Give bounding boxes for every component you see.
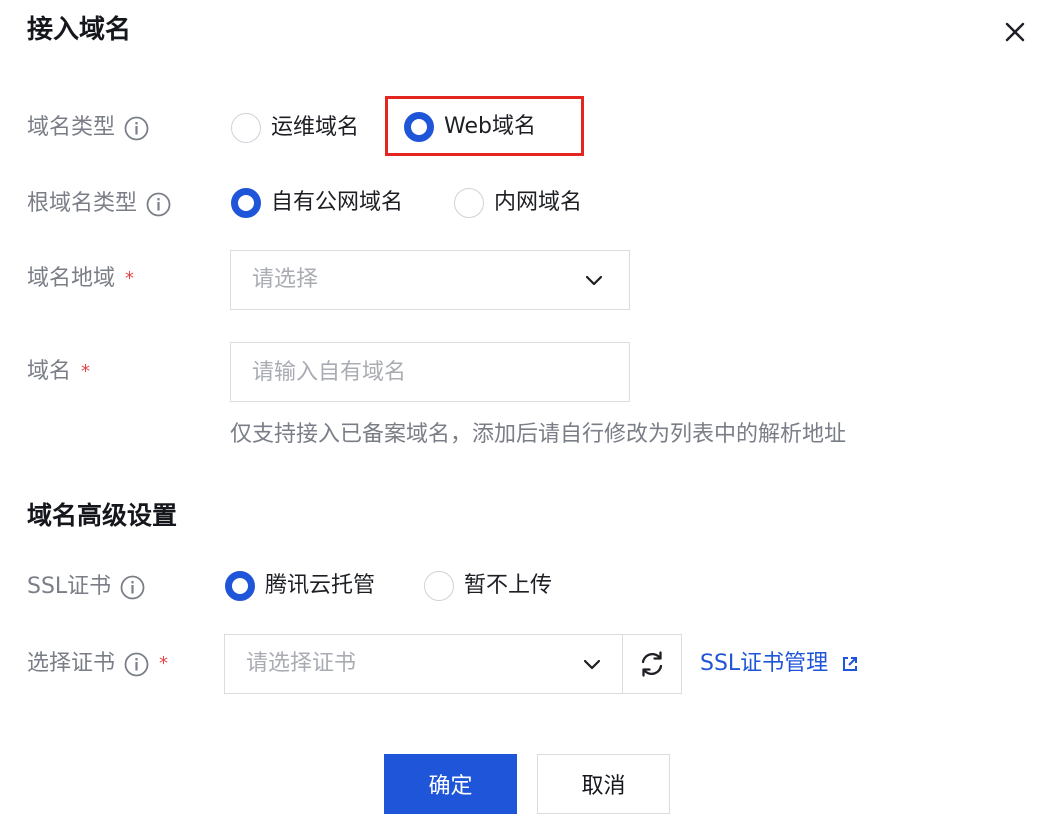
radio-circle[interactable] bbox=[231, 113, 261, 143]
radio-circle[interactable] bbox=[454, 188, 484, 218]
ssl-label-row: SSL证书 bbox=[27, 572, 145, 602]
radio-label: 内网域名 bbox=[494, 190, 583, 215]
ssl-manage-link-label[interactable]: SSL证书管理 bbox=[700, 649, 828, 679]
dialog-title: 接入域名 bbox=[27, 15, 132, 45]
root-domain-type-label-row: 根域名类型 bbox=[27, 189, 171, 219]
domain-input[interactable]: 请输入自有域名 bbox=[230, 342, 630, 402]
required-mark: * bbox=[125, 268, 135, 289]
root-domain-type-label: 根域名类型 bbox=[27, 191, 138, 216]
ssl-label: SSL证书 bbox=[27, 574, 112, 599]
radio-label: 腾讯云托管 bbox=[265, 573, 376, 598]
close-icon bbox=[1005, 22, 1025, 42]
radio-label: 自有公网域名 bbox=[271, 190, 404, 215]
radio-tencent-hosted[interactable]: 腾讯云托管 bbox=[225, 571, 375, 601]
domain-type-label: 域名类型 bbox=[27, 115, 116, 140]
domain-region-label-row: 域名地域 * bbox=[27, 264, 134, 294]
radio-circle[interactable] bbox=[231, 188, 261, 218]
domain-type-label-row: 域名类型 bbox=[27, 113, 149, 143]
ssl-manage-link[interactable]: SSL证书管理 bbox=[700, 649, 860, 679]
domain-region-label: 域名地域 bbox=[27, 266, 116, 291]
required-mark: * bbox=[81, 361, 91, 382]
info-icon[interactable] bbox=[124, 652, 149, 677]
radio-ops-domain[interactable]: 运维域名 bbox=[231, 113, 359, 143]
domain-hint: 仅支持接入已备案域名，添加后请自行修改为列表中的解析地址 bbox=[230, 422, 847, 447]
domain-region-select[interactable]: 请选择 bbox=[230, 250, 630, 310]
radio-public-domain[interactable]: 自有公网域名 bbox=[231, 188, 403, 218]
refresh-icon bbox=[641, 651, 663, 677]
select-placeholder: 请选择证书 bbox=[246, 651, 357, 676]
external-link-icon bbox=[843, 657, 858, 671]
input-placeholder: 请输入自有域名 bbox=[252, 360, 407, 385]
radio-label: 运维域名 bbox=[271, 115, 360, 140]
advanced-settings-title: 域名高级设置 bbox=[27, 501, 178, 530]
domain-label: 域名 bbox=[27, 359, 72, 384]
cert-label-row: 选择证书 * bbox=[27, 649, 168, 679]
radio-circle[interactable] bbox=[225, 571, 255, 601]
cert-select[interactable]: 请选择证书 bbox=[224, 634, 624, 694]
chevron-down-icon bbox=[585, 275, 603, 286]
select-placeholder: 请选择 bbox=[252, 267, 319, 292]
chevron-down-icon bbox=[583, 659, 601, 670]
radio-circle[interactable] bbox=[424, 571, 454, 601]
radio-no-upload[interactable]: 暂不上传 bbox=[424, 571, 552, 601]
required-mark: * bbox=[159, 653, 169, 674]
domain-label-row: 域名 * bbox=[27, 357, 90, 387]
radio-label: 暂不上传 bbox=[464, 573, 553, 598]
refresh-button[interactable] bbox=[622, 634, 682, 694]
highlight-box bbox=[385, 96, 584, 156]
confirm-button[interactable]: 确定 bbox=[384, 754, 517, 814]
cert-label: 选择证书 bbox=[27, 651, 116, 676]
info-icon[interactable] bbox=[146, 192, 171, 217]
info-icon[interactable] bbox=[124, 116, 149, 141]
close-button[interactable] bbox=[1000, 17, 1030, 47]
cancel-button[interactable]: 取消 bbox=[537, 754, 670, 814]
info-icon[interactable] bbox=[120, 575, 145, 600]
radio-intranet-domain[interactable]: 内网域名 bbox=[454, 188, 582, 218]
